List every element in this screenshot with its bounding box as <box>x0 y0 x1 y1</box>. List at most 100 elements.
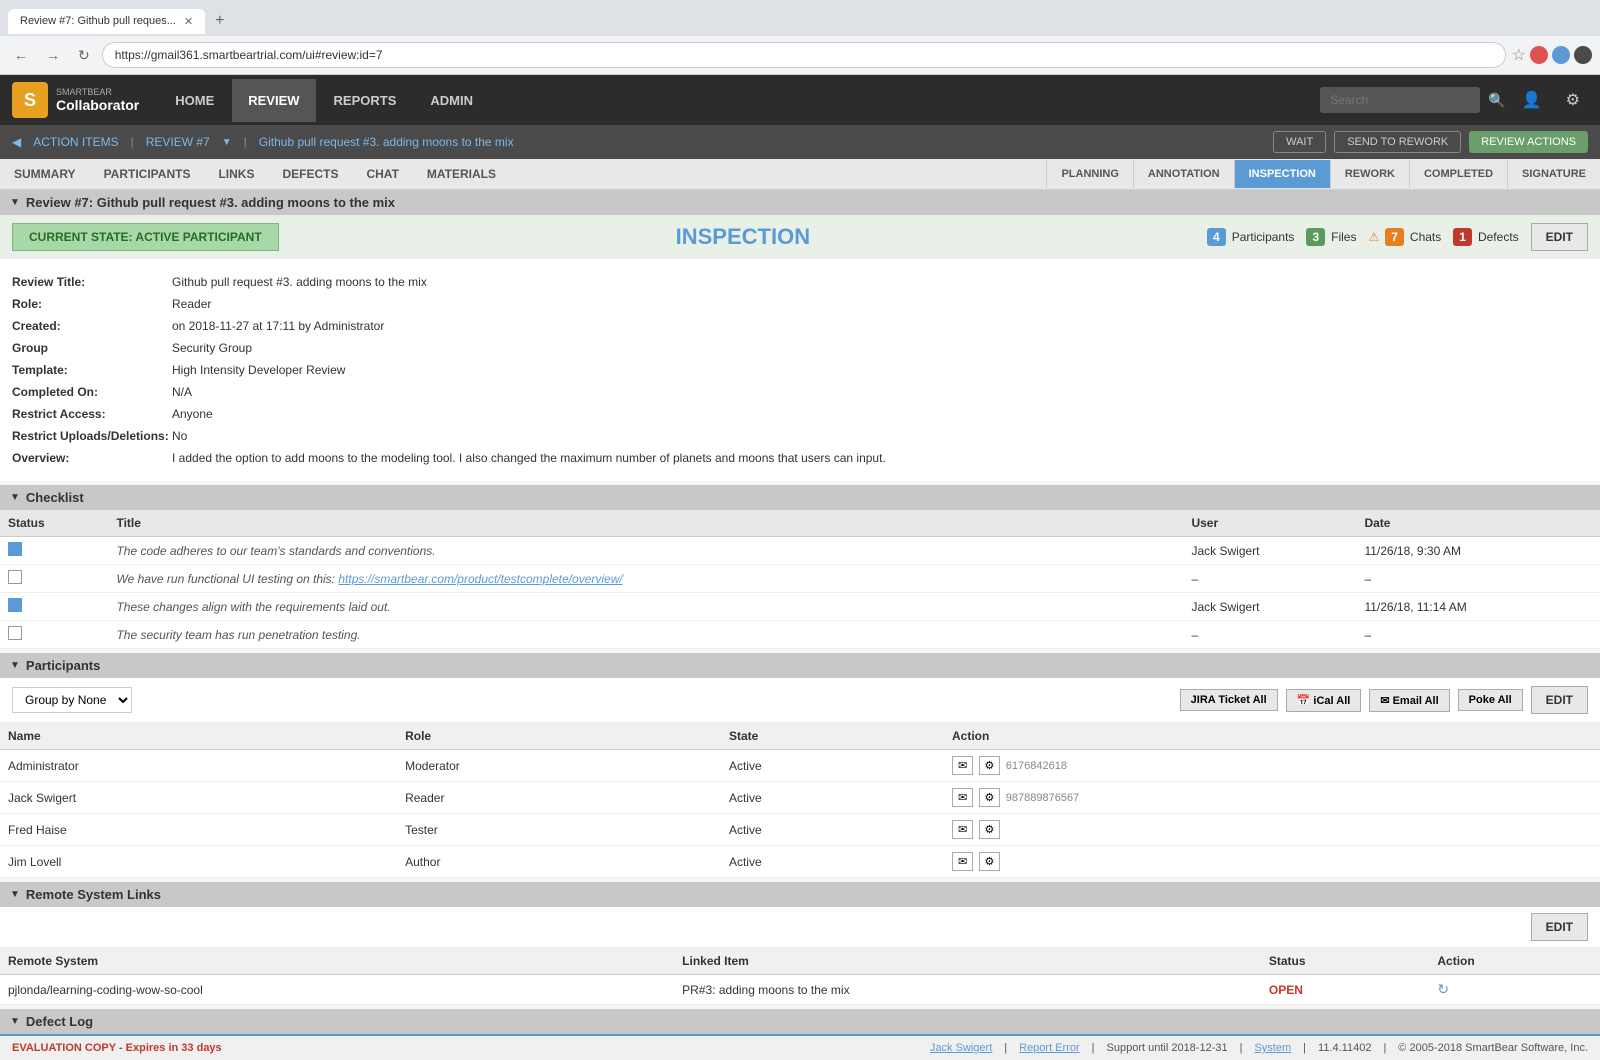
remote-edit-button[interactable]: EDIT <box>1531 913 1588 941</box>
checklist-header-row: Status Title User Date <box>0 510 1600 537</box>
tab-close-icon[interactable]: ✕ <box>184 15 193 28</box>
participant-name: Administrator <box>0 750 397 782</box>
send-to-rework-button[interactable]: SEND TO REWORK <box>1334 131 1461 153</box>
poke-all-button[interactable]: Poke All <box>1458 689 1523 711</box>
participants-col-name: Name <box>0 723 397 750</box>
footer-system[interactable]: System <box>1254 1042 1291 1054</box>
breadcrumb-review-number[interactable]: REVIEW #7 <box>146 135 210 149</box>
stats-area: 4 Participants 3 Files ⚠ 7 Chats 1 Defec… <box>1207 223 1588 251</box>
completed-on-value: N/A <box>172 385 192 399</box>
participants-edit-button[interactable]: EDIT <box>1531 686 1588 714</box>
files-label: Files <box>1331 230 1356 244</box>
workflow-completed[interactable]: COMPLETED <box>1409 160 1507 188</box>
search-input[interactable] <box>1320 87 1480 113</box>
workflow-inspection[interactable]: INSPECTION <box>1234 160 1330 188</box>
checkbox-icon[interactable] <box>8 542 22 556</box>
checkbox-icon[interactable] <box>8 598 22 612</box>
remote-arrow-icon: ▼ <box>10 889 20 900</box>
role-value: Reader <box>172 297 211 311</box>
email-participant-button[interactable]: ✉ <box>952 756 973 775</box>
sub-header-actions: WAIT SEND TO REWORK REVIEW ACTIONS <box>1273 131 1588 153</box>
tab-participants[interactable]: PARTICIPANTS <box>90 159 205 189</box>
participant-state: Active <box>721 814 944 846</box>
email-participant-button[interactable]: ✉ <box>952 820 973 839</box>
info-row-title: Review Title: Github pull request #3. ad… <box>12 271 1588 293</box>
back-arrow-icon[interactable]: ◀ <box>12 135 21 149</box>
new-tab-button[interactable]: + <box>205 6 234 36</box>
back-button[interactable]: ← <box>8 43 34 67</box>
user-icon-button[interactable]: 👤 <box>1514 86 1550 114</box>
refresh-icon[interactable]: ↻ <box>1437 981 1449 997</box>
checkbox-icon[interactable] <box>8 570 22 584</box>
remote-col-system: Remote System <box>0 948 674 975</box>
tab-chat[interactable]: CHAT <box>352 159 412 189</box>
browser-icon-2 <box>1552 46 1570 64</box>
settings-icon-button[interactable]: ⚙ <box>1558 86 1588 114</box>
remote-system-value: pjlonda/learning-coding-wow-so-cool <box>0 975 674 1005</box>
checklist-cell-status <box>0 621 108 649</box>
created-label: Created: <box>12 319 172 333</box>
settings-participant-button[interactable]: ⚙ <box>979 788 1001 807</box>
title-value: Github pull request #3. adding moons to … <box>172 275 427 289</box>
checklist-col-status: Status <box>0 510 108 537</box>
group-by-select[interactable]: Group by None <box>12 687 132 713</box>
remote-section-header[interactable]: ▼ Remote System Links <box>0 882 1600 907</box>
info-row-role: Role: Reader <box>12 293 1588 315</box>
breadcrumb-action-items[interactable]: ACTION ITEMS <box>33 135 118 149</box>
review-edit-button[interactable]: EDIT <box>1531 223 1588 251</box>
workflow-planning[interactable]: PLANNING <box>1046 160 1132 188</box>
forward-button[interactable]: → <box>40 43 66 67</box>
url-input[interactable] <box>102 42 1506 68</box>
remote-row: pjlonda/learning-coding-wow-so-cool PR#3… <box>0 975 1600 1005</box>
settings-participant-button[interactable]: ⚙ <box>979 852 1001 871</box>
participant-role: Moderator <box>397 750 721 782</box>
dropdown-icon[interactable]: ▼ <box>222 137 232 148</box>
email-participant-button[interactable]: ✉ <box>952 852 973 871</box>
nav-reports[interactable]: REPORTS <box>318 79 413 122</box>
page-content: ▼ Review #7: Github pull request #3. add… <box>0 190 1600 1034</box>
defect-section-header[interactable]: ▼ Defect Log <box>0 1009 1600 1034</box>
checklist-cell-user: – <box>1183 621 1356 649</box>
checklist-cell-title: The security team has run penetration te… <box>108 621 1183 649</box>
bookmark-icon[interactable]: ☆ <box>1512 45 1526 65</box>
workflow-annotation[interactable]: ANNOTATION <box>1133 160 1234 188</box>
checkbox-icon[interactable] <box>8 626 22 640</box>
tab-links[interactable]: LINKS <box>204 159 268 189</box>
overview-label: Overview: <box>12 451 172 465</box>
tab-materials[interactable]: MATERIALS <box>413 159 510 189</box>
checklist-cell-title: These changes align with the requirement… <box>108 593 1183 621</box>
footer-user-link[interactable]: Jack Swigert <box>930 1042 992 1054</box>
footer-report-error[interactable]: Report Error <box>1019 1042 1080 1054</box>
settings-participant-button[interactable]: ⚙ <box>979 756 1001 775</box>
checklist-col-user: User <box>1183 510 1356 537</box>
nav-admin[interactable]: ADMIN <box>414 79 489 122</box>
nav-review[interactable]: REVIEW <box>232 79 315 122</box>
tab-summary[interactable]: SUMMARY <box>0 159 90 189</box>
review-actions-button[interactable]: REVIEW ACTIONS <box>1469 131 1588 153</box>
checklist-cell-status <box>0 565 108 593</box>
jira-ticket-all-button[interactable]: JIRA Ticket All <box>1180 689 1278 711</box>
reload-button[interactable]: ↻ <box>72 43 96 68</box>
header-right: 🔍 👤 ⚙ <box>1320 86 1588 114</box>
email-all-button[interactable]: ✉ Email All <box>1369 689 1449 712</box>
settings-participant-button[interactable]: ⚙ <box>979 820 1001 839</box>
checklist-row: We have run functional UI testing on thi… <box>0 565 1600 593</box>
participants-stat: 4 Participants <box>1207 228 1294 246</box>
tab-title: Review #7: Github pull reques... <box>20 15 176 27</box>
participant-action: ✉ ⚙ <box>944 846 1600 878</box>
checklist-section-header[interactable]: ▼ Checklist <box>0 485 1600 510</box>
participants-section-header[interactable]: ▼ Participants <box>0 653 1600 678</box>
wait-button[interactable]: WAIT <box>1273 131 1326 153</box>
workflow-signature[interactable]: SIGNATURE <box>1507 160 1600 188</box>
ical-all-button[interactable]: 📅 iCal All <box>1286 689 1362 712</box>
email-participant-button[interactable]: ✉ <box>952 788 973 807</box>
nav-home[interactable]: HOME <box>159 79 230 122</box>
content-tabs: SUMMARY PARTICIPANTS LINKS DEFECTS CHAT … <box>0 159 1600 190</box>
tab-defects[interactable]: DEFECTS <box>268 159 352 189</box>
workflow-rework[interactable]: REWORK <box>1330 160 1409 188</box>
review-section-header[interactable]: ▼ Review #7: Github pull request #3. add… <box>0 190 1600 215</box>
checklist-link[interactable]: https://smartbear.com/product/testcomple… <box>338 572 622 586</box>
defect-section-title: Defect Log <box>26 1014 93 1029</box>
search-icon[interactable]: 🔍 <box>1488 92 1505 109</box>
active-tab[interactable]: Review #7: Github pull reques... ✕ <box>8 9 205 34</box>
